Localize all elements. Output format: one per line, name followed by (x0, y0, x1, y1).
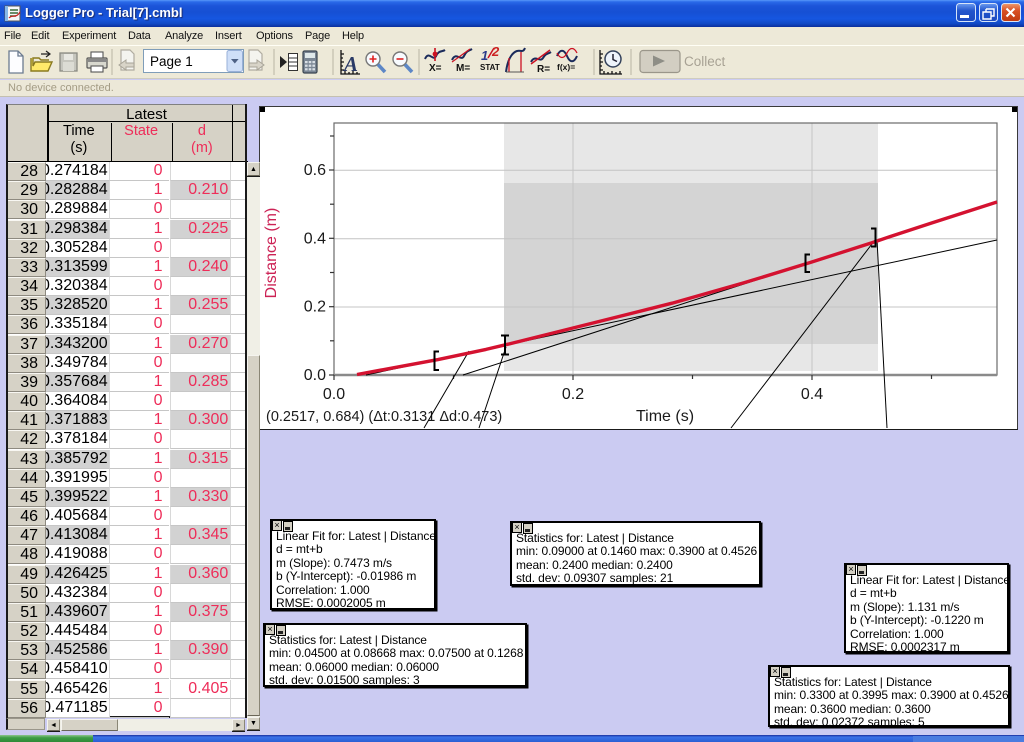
svg-text:M=: M= (456, 63, 470, 74)
svg-text:0.4: 0.4 (304, 230, 326, 247)
svg-text:Time (s): Time (s) (636, 408, 694, 425)
svg-text:0.2: 0.2 (562, 386, 584, 403)
svg-text:A: A (342, 52, 358, 76)
svg-text:0.0: 0.0 (323, 386, 345, 403)
svg-text:R=: R= (537, 64, 550, 75)
svg-text:Page 1: Page 1 (150, 54, 193, 69)
svg-text:0.6: 0.6 (304, 162, 326, 179)
svg-text:X=: X= (429, 63, 442, 74)
svg-text:2: 2 (491, 45, 500, 59)
svg-text:STAT: STAT (480, 63, 500, 72)
svg-text:(0.2517, 0.684) (Δt:0.3131 Δd:: (0.2517, 0.684) (Δt:0.3131 Δd:0.473) (266, 409, 502, 425)
svg-text:0.0: 0.0 (304, 367, 326, 384)
svg-text:0.2: 0.2 (304, 299, 326, 316)
svg-text:Collect: Collect (684, 54, 726, 69)
svg-text:1: 1 (481, 48, 488, 63)
svg-text:0.4: 0.4 (801, 386, 823, 403)
svg-text:f(x)=: f(x)= (557, 62, 575, 72)
svg-text:Distance (m): Distance (m) (263, 208, 280, 299)
